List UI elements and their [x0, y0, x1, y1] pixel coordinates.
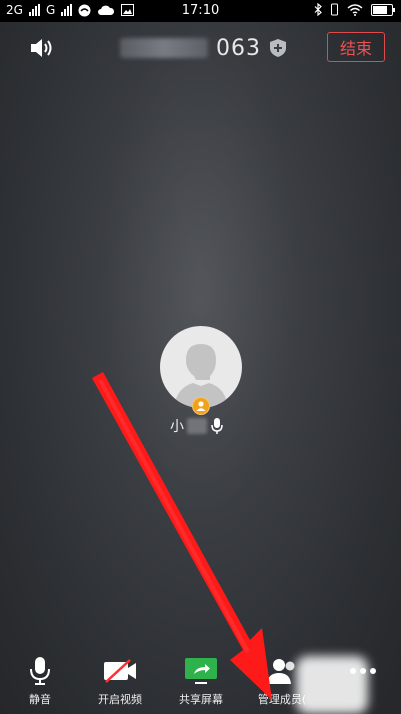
status-bar: 2G G 17:10 [0, 0, 401, 22]
end-meeting-button[interactable]: 结束 [327, 32, 385, 62]
participant-mic-icon [211, 418, 223, 434]
default-avatar-icon [174, 344, 228, 408]
start-video-button[interactable]: 开启视频 [80, 654, 160, 714]
bluetooth-icon [314, 3, 322, 16]
status-right [314, 3, 395, 16]
members-icon [264, 654, 300, 688]
share-screen-button[interactable]: 共享屏幕 [161, 654, 241, 714]
participant-avatar[interactable] [160, 326, 242, 408]
participant-name-redacted [187, 418, 207, 434]
share-screen-icon [183, 654, 219, 688]
video-off-icon [102, 654, 138, 688]
wifi-icon [347, 3, 363, 16]
redaction-blur [296, 656, 368, 714]
meeting-id: 063 [120, 34, 287, 62]
vibrate-icon [331, 3, 338, 16]
mute-label: 静音 [29, 693, 51, 706]
speaker-icon[interactable] [28, 36, 58, 60]
share-screen-label: 共享屏幕 [179, 693, 223, 706]
participant-name-row: 小 [170, 416, 240, 436]
security-shield-icon[interactable] [269, 38, 287, 58]
battery-icon [371, 3, 395, 16]
meeting-id-redacted [120, 38, 208, 58]
participant-name: 小 [170, 419, 184, 435]
meeting-id-number: 063 [216, 35, 261, 61]
mute-button[interactable]: 静音 [0, 654, 80, 714]
host-badge-icon [192, 397, 210, 415]
microphone-icon [22, 654, 58, 688]
start-video-label: 开启视频 [98, 693, 142, 706]
